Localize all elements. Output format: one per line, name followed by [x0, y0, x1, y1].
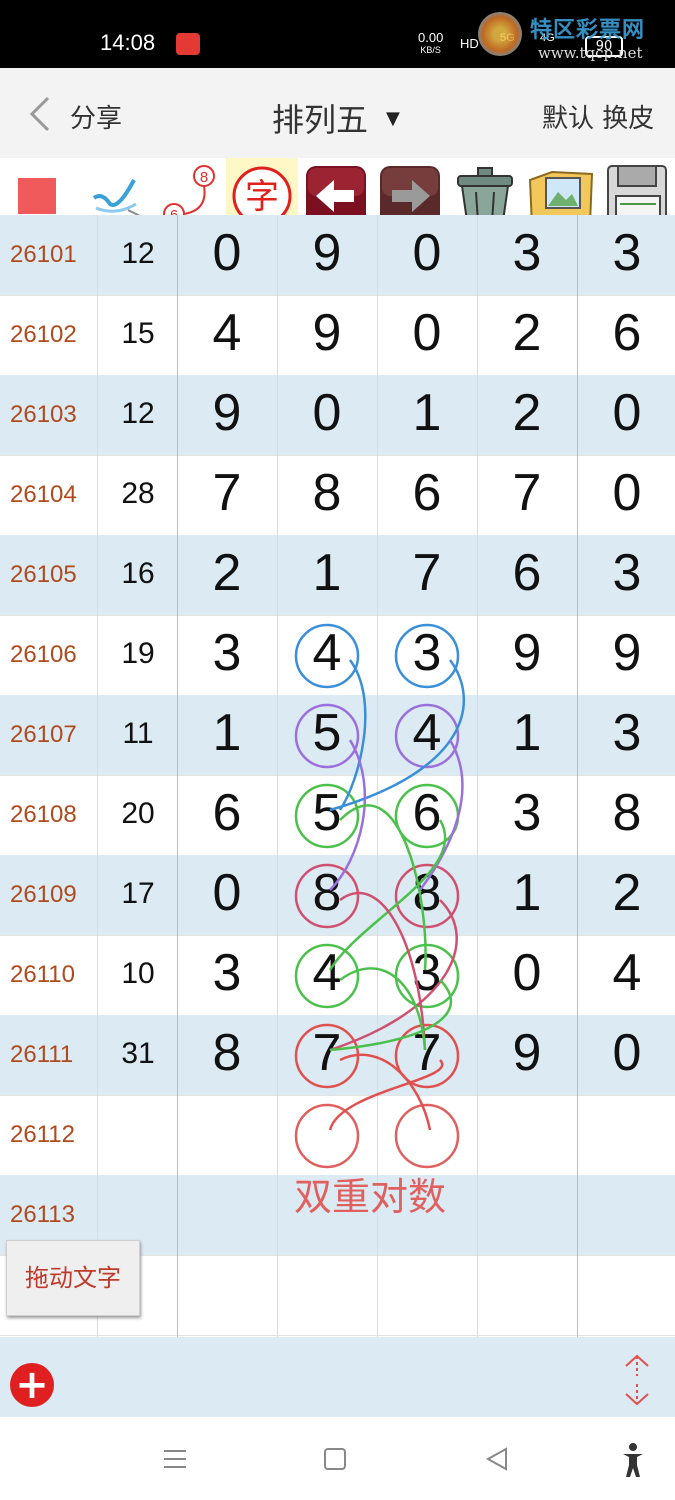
accessibility-icon[interactable] — [620, 1439, 646, 1479]
annotation-circle — [294, 943, 360, 1009]
annotation-circle — [294, 703, 360, 769]
bottom-bar — [0, 1337, 675, 1417]
annotation-circle — [394, 623, 460, 689]
up-down-arrows-icon[interactable] — [620, 1352, 654, 1408]
add-icon[interactable]: + — [10, 1363, 54, 1407]
annotation-caption[interactable]: 双重对数 — [294, 1166, 446, 1221]
drag-text-button[interactable]: 拖动文字 — [6, 1240, 140, 1316]
home-icon[interactable] — [322, 1439, 348, 1479]
annotation-circle — [394, 783, 460, 849]
annotation-circle — [294, 1103, 360, 1169]
back-triangle-icon[interactable] — [484, 1439, 510, 1479]
annotation-curve — [328, 1053, 444, 1131]
annotation-circle — [394, 703, 460, 769]
menu-icon[interactable] — [162, 1439, 188, 1479]
system-nav-bar — [0, 1417, 675, 1500]
annotation-curve — [329, 967, 453, 1052]
annotation-circle — [294, 623, 360, 689]
